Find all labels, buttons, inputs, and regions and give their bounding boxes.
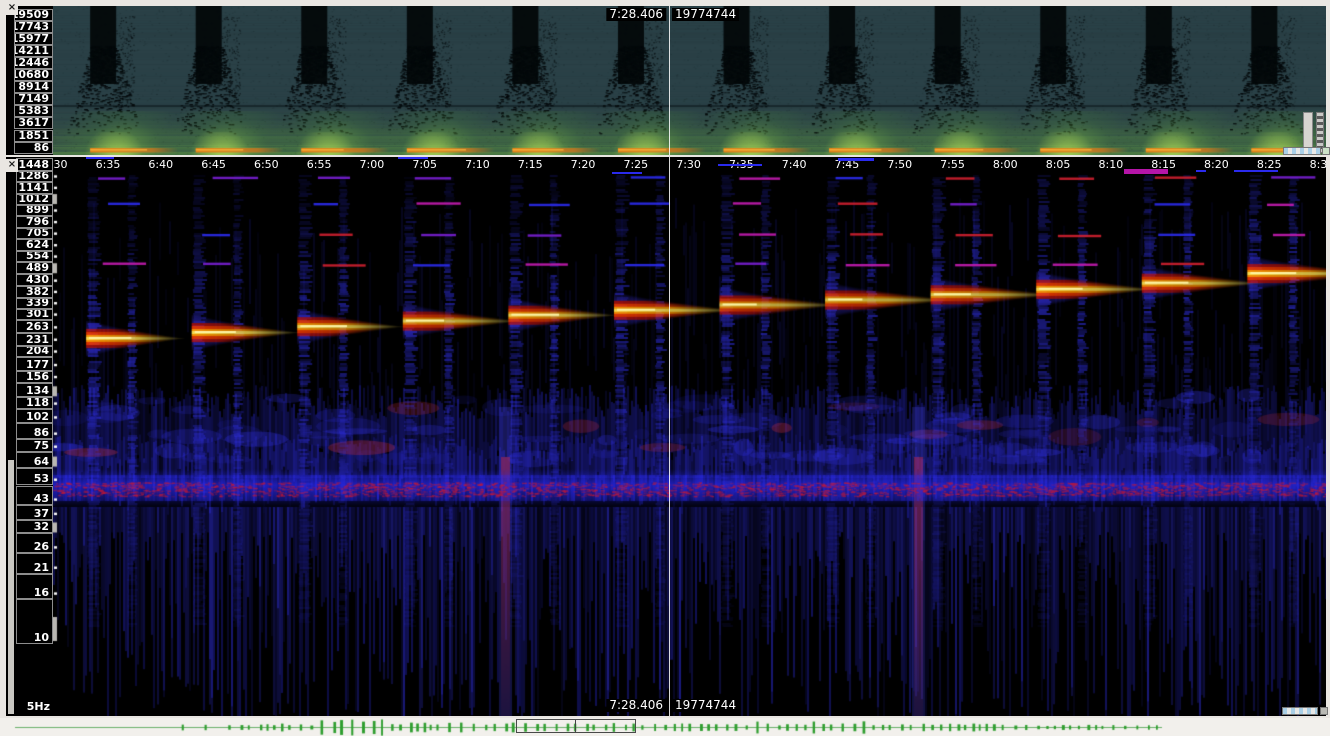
detail-freq-label: 263 xyxy=(16,320,53,333)
detail-processing-progress-bar xyxy=(1282,707,1318,715)
frequency-unit-label: 5Hz xyxy=(27,700,50,713)
ruler-spectral-mark xyxy=(718,164,762,166)
time-tick-label: 7:30 xyxy=(676,157,701,174)
detail-freq-label: 554 xyxy=(16,251,53,262)
detail-freq-label: 382 xyxy=(16,286,53,297)
overview-cursor-time: 7:28.406 xyxy=(606,8,666,21)
ruler-spectral-mark xyxy=(398,157,428,159)
overview-frequency-scale: 1950917743159771421112446106808914714953… xyxy=(6,6,53,155)
time-tick-label: 7:55 xyxy=(940,157,965,174)
detail-playhead-line xyxy=(669,157,670,716)
detail-freq-label: 134 xyxy=(16,383,53,397)
time-tick-label: 7:20 xyxy=(571,157,596,174)
detail-freq-label: 86 xyxy=(16,423,53,439)
overview-freq-label: 8914 xyxy=(14,81,53,93)
time-tick-label: 7:05 xyxy=(412,157,437,174)
detail-frequency-scale: 5Hz 144812861141101289979670562455448943… xyxy=(6,157,53,716)
detail-freq-label: 102 xyxy=(16,409,53,423)
detail-freq-label: 796 xyxy=(16,216,53,228)
overview-freq-label: 14211 xyxy=(14,45,53,57)
overview-freq-label: 19509 xyxy=(14,9,53,21)
ruler-spectral-mark xyxy=(1196,170,1206,172)
overview-freq-label: 17743 xyxy=(14,21,53,33)
close-overview-pane-button[interactable]: × xyxy=(6,2,18,15)
detail-freq-label: 32 xyxy=(16,520,53,534)
detail-freq-label: 1012 xyxy=(16,194,53,205)
overview-freq-label: 3617 xyxy=(14,117,53,129)
time-tick-label: 8:20 xyxy=(1204,157,1229,174)
detail-freq-label: 1448 xyxy=(16,158,53,171)
time-tick-label: 6:35 xyxy=(96,157,121,174)
overview-freq-label: 7149 xyxy=(14,93,53,105)
detail-freq-label: 430 xyxy=(16,274,53,286)
overview-freq-label: 15977 xyxy=(14,33,53,45)
detail-freq-label: 26 xyxy=(16,533,53,553)
detail-freq-label: 64 xyxy=(16,452,53,467)
time-tick-label: 6:55 xyxy=(307,157,332,174)
overview-playhead-line xyxy=(669,6,670,155)
time-tick-label: 8:10 xyxy=(1098,157,1123,174)
overview-processing-progress-bar xyxy=(1283,147,1321,155)
detail-freq-label: 1141 xyxy=(16,182,53,193)
time-tick-label: 7:15 xyxy=(518,157,543,174)
detail-freq-label: 231 xyxy=(16,333,53,345)
time-tick-label: 6:40 xyxy=(148,157,173,174)
panner-strip xyxy=(0,718,1330,736)
detail-freq-label: 37 xyxy=(16,505,53,519)
detail-freq-label: 177 xyxy=(16,357,53,370)
overview-waveform-canvas[interactable] xyxy=(0,718,1330,736)
close-detail-pane-button[interactable]: × xyxy=(6,159,18,172)
detail-freq-label: 339 xyxy=(16,298,53,309)
detail-freq-label: 489 xyxy=(16,262,53,274)
ruler-spectral-mark xyxy=(612,172,642,174)
ruler-spectral-mark xyxy=(86,157,114,159)
time-tick-label: 8:00 xyxy=(993,157,1018,174)
overview-status-square xyxy=(1322,147,1330,155)
time-tick-label: 8:05 xyxy=(1046,157,1071,174)
detail-freq-label: 53 xyxy=(16,468,53,486)
time-tick-label: 7:50 xyxy=(887,157,912,174)
detail-freq-label: 21 xyxy=(16,553,53,573)
detail-freq-label: 75 xyxy=(16,439,53,452)
overview-cursor-sample: 19774744 xyxy=(672,8,739,21)
overview-freq-label: 86 xyxy=(14,142,53,154)
detail-freq-label: 1286 xyxy=(16,171,53,182)
ruler-spectral-mark xyxy=(838,158,874,161)
detail-status-square xyxy=(1320,707,1328,715)
time-tick-label: 7:00 xyxy=(360,157,385,174)
detail-freq-label: 899 xyxy=(16,205,53,216)
overview-freq-label: 10680 xyxy=(14,69,53,81)
detail-freq-label: 705 xyxy=(16,228,53,240)
ruler-spectral-mark xyxy=(1124,169,1168,174)
detail-cursor-sample: 19774744 xyxy=(672,699,739,712)
time-tick-label: 8:30 xyxy=(1310,157,1326,174)
detail-freq-label: 156 xyxy=(16,371,53,383)
detail-cursor-time: 7:28.406 xyxy=(606,699,666,712)
time-tick-label: 6:45 xyxy=(201,157,226,174)
overview-freq-label: 12446 xyxy=(14,57,53,69)
detail-spectrogram-canvas[interactable] xyxy=(53,157,1326,716)
overview-freq-label: 1851 xyxy=(14,130,53,142)
time-tick-label: 6:50 xyxy=(254,157,279,174)
detail-freq-label: 301 xyxy=(16,309,53,320)
overview-spectrogram-canvas[interactable] xyxy=(53,6,1326,155)
detail-freq-label: 43 xyxy=(16,486,53,506)
panner-view-rectangle[interactable] xyxy=(516,719,636,733)
time-tick-label: 7:10 xyxy=(465,157,490,174)
panner-playhead xyxy=(575,720,576,732)
overview-freq-label: 5383 xyxy=(14,105,53,117)
detail-freq-label: 624 xyxy=(16,239,53,251)
detail-freq-label: 10 xyxy=(16,599,53,644)
detail-freq-label: 16 xyxy=(16,574,53,600)
time-tick-label: 7:40 xyxy=(782,157,807,174)
ruler-spectral-mark xyxy=(1234,170,1278,172)
frequency-scrollbar-thumb[interactable] xyxy=(8,460,14,714)
detail-freq-label: 204 xyxy=(16,346,53,358)
application-window: 1950917743159771421112446106808914714953… xyxy=(0,0,1330,736)
detail-freq-label: 118 xyxy=(16,397,53,409)
